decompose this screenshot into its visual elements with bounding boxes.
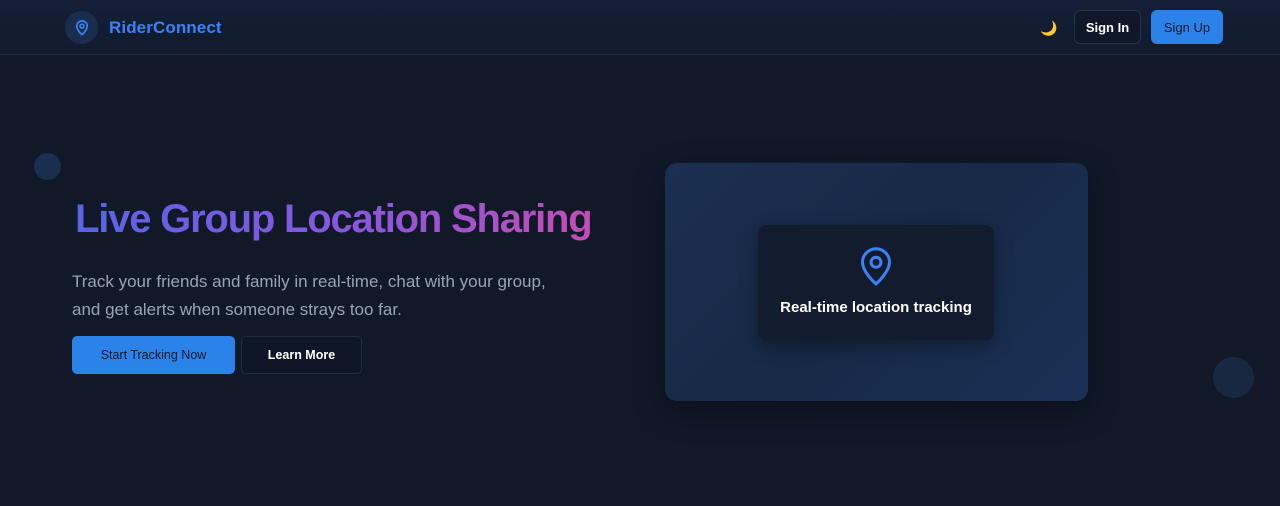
decorative-circle xyxy=(1213,357,1254,398)
sign-up-button[interactable]: Sign Up xyxy=(1151,10,1223,44)
feature-label: Real-time location tracking xyxy=(780,299,972,316)
learn-more-button[interactable]: Learn More xyxy=(241,336,362,374)
map-pin-icon xyxy=(858,245,894,287)
decorative-circle xyxy=(34,153,61,180)
hero-subtitle: Track your friends and family in real-ti… xyxy=(72,272,546,319)
brand-name: RiderConnect xyxy=(109,17,222,37)
feature-panel: Real-time location tracking xyxy=(758,225,994,340)
hero-title: Live Group Location Sharing xyxy=(75,197,593,241)
start-tracking-button[interactable]: Start Tracking Now xyxy=(72,336,235,374)
map-pin-icon xyxy=(65,11,98,44)
landing-page: RiderConnect 🌙 Sign In Sign Up Live Grou… xyxy=(0,0,1280,506)
moon-icon[interactable]: 🌙 xyxy=(1038,17,1060,39)
brand[interactable]: RiderConnect xyxy=(65,11,222,44)
navbar: RiderConnect 🌙 Sign In Sign Up xyxy=(0,0,1280,55)
feature-card: Real-time location tracking xyxy=(665,163,1088,401)
sign-in-button[interactable]: Sign In xyxy=(1074,10,1141,44)
